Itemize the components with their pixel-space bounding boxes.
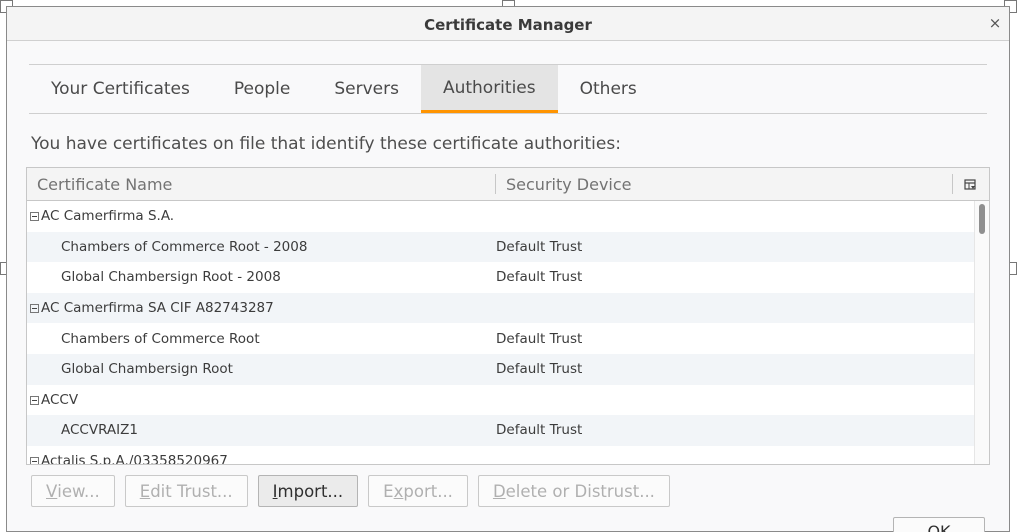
close-icon[interactable]: ×	[987, 15, 1003, 31]
column-header-certificate-name[interactable]: Certificate Name	[37, 175, 172, 194]
window-title: Certificate Manager	[424, 16, 592, 34]
security-device: Default Trust	[496, 330, 583, 347]
button-label-prefix: E	[383, 481, 394, 501]
delete-or-distrust-button[interactable]: Delete or Distrust...	[477, 475, 670, 507]
column-divider[interactable]	[952, 174, 953, 194]
ok-button[interactable]: OK	[893, 517, 985, 532]
tab-strip: Your Certificates People Servers Authori…	[29, 64, 987, 114]
certificate-tree[interactable]: Certificate Name Security Device AC Came…	[26, 167, 990, 465]
security-device: Default Trust	[496, 238, 583, 255]
button-label: port...	[403, 481, 453, 501]
certificate-name: ACCVRAIZ1	[61, 422, 138, 439]
tab-people[interactable]: People	[212, 65, 312, 113]
table-row[interactable]: Chambers of Commerce Root - 2008 Default…	[27, 231, 974, 263]
tab-others[interactable]: Others	[558, 65, 659, 113]
scrollbar-thumb[interactable]	[979, 204, 985, 234]
table-header: Certificate Name Security Device	[27, 168, 989, 201]
certificate-name: Global Chambersign Root	[61, 361, 233, 378]
button-label: elete or Distrust...	[505, 481, 655, 501]
tab-servers[interactable]: Servers	[312, 65, 421, 113]
collapse-twisty-icon[interactable]	[30, 212, 39, 221]
certificate-name: AC Camerfirma SA CIF A82743287	[41, 300, 274, 317]
certificate-name: Actalis S.p.A./03358520967	[41, 453, 228, 465]
table-row-group[interactable]: AC Camerfirma SA CIF A82743287	[27, 292, 974, 324]
table-row[interactable]: Global Chambersign Root - 2008 Default T…	[27, 262, 974, 293]
action-buttons: View... Edit Trust... Import... Ex port..…	[31, 475, 670, 507]
collapse-twisty-icon[interactable]	[30, 303, 39, 313]
table-row[interactable]: ACCVRAIZ1 Default Trust	[27, 415, 974, 446]
security-device: Default Trust	[496, 361, 583, 378]
certificate-name: ACCV	[41, 391, 79, 408]
column-header-security-device[interactable]: Security Device	[506, 175, 632, 194]
button-label: mport...	[277, 481, 344, 501]
table-body: AC Camerfirma S.A. Chambers of Commerce …	[27, 201, 974, 465]
import-button[interactable]: Import...	[257, 475, 359, 507]
view-button[interactable]: View...	[31, 475, 115, 507]
table-row[interactable]: Global Chambersign Root Default Trust	[27, 354, 974, 385]
mnemonic: E	[139, 481, 151, 501]
collapse-twisty-icon[interactable]	[30, 456, 39, 464]
title-bar[interactable]: Certificate Manager ×	[7, 7, 1009, 41]
button-label: dit Trust...	[150, 481, 233, 501]
column-picker-icon[interactable]	[964, 177, 977, 190]
export-button[interactable]: Ex port...	[368, 475, 468, 507]
certificate-manager-dialog: Certificate Manager × Your Certificates …	[6, 6, 1010, 532]
tab-authorities[interactable]: Authorities	[420, 65, 558, 113]
table-row-group[interactable]: AC Camerfirma S.A.	[27, 201, 974, 232]
certificate-name: Chambers of Commerce Root - 2008	[61, 238, 308, 255]
table-row-group[interactable]: ACCV	[27, 385, 974, 416]
column-divider[interactable]	[495, 174, 496, 194]
table-row-group[interactable]: Actalis S.p.A./03358520967	[27, 446, 974, 465]
mnemonic: x	[393, 481, 404, 501]
certificate-name: AC Camerfirma S.A.	[41, 208, 175, 225]
tab-your-certificates[interactable]: Your Certificates	[29, 65, 212, 113]
security-device: Default Trust	[496, 422, 583, 439]
mnemonic: D	[492, 481, 506, 501]
table-row[interactable]: Chambers of Commerce Root Default Trust	[27, 323, 974, 354]
authorities-description: You have certificates on file that ident…	[31, 134, 621, 154]
certificate-name: Chambers of Commerce Root	[61, 330, 260, 347]
mnemonic: V	[46, 481, 58, 501]
certificate-name: Global Chambersign Root - 2008	[61, 269, 281, 286]
button-label: iew...	[57, 481, 100, 501]
collapse-twisty-icon[interactable]	[30, 395, 39, 405]
vertical-scrollbar[interactable]	[974, 201, 989, 464]
edit-trust-button[interactable]: Edit Trust...	[124, 475, 248, 507]
security-device: Default Trust	[496, 269, 583, 286]
